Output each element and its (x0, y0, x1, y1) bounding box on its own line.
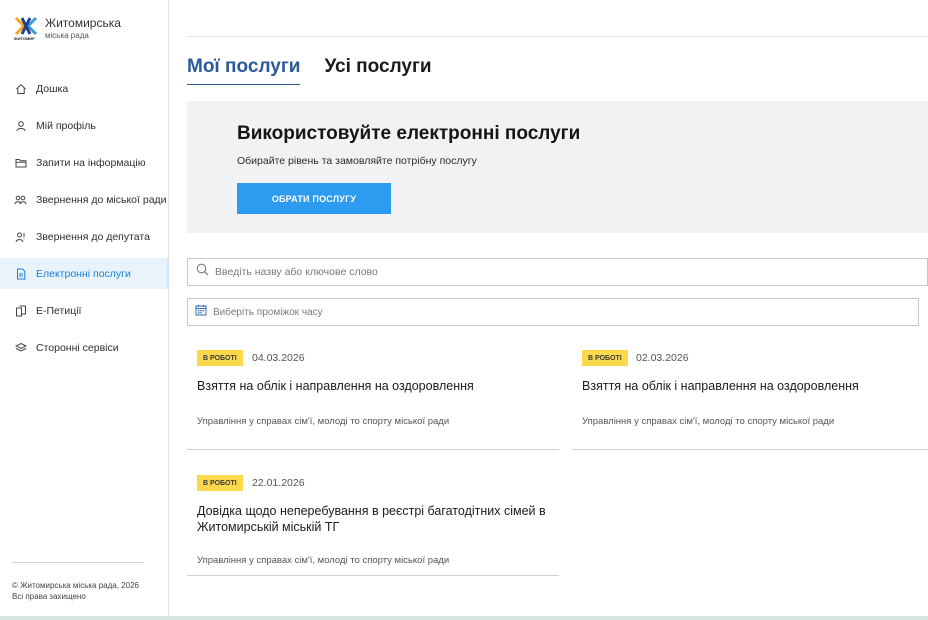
card-title: Довідка щодо неперебування в реєстрі баг… (197, 504, 546, 534)
sidebar-item-label: Е-Петиції (36, 304, 82, 317)
sidebar-item-label: Електронні послуги (36, 267, 131, 280)
bottom-strip (0, 616, 928, 620)
card-title: Взяття на облік і направлення на оздоров… (582, 379, 859, 393)
logo-title: Житомирська (45, 16, 121, 30)
card-department: Управління у справах сім'ї, молоді то сп… (582, 416, 835, 427)
status-badge: В РОБОТІ (197, 475, 243, 491)
card-date: 02.03.2026 (636, 352, 689, 364)
service-card[interactable]: В РОБОТІ 22.01.2026 Довідка щодо непереб… (187, 475, 559, 576)
sidebar-item-third-party-services[interactable]: Сторонні сервіси (0, 332, 169, 363)
tab-all-services[interactable]: Усі послуги (324, 56, 431, 85)
services-banner: Використовуйте електронні послуги Обирай… (187, 101, 928, 233)
sidebar-item-label: Запити на інформацію (36, 156, 146, 169)
group-icon (14, 193, 27, 206)
calendar-icon (195, 303, 207, 321)
rights-text: Всі права захищено (12, 592, 86, 601)
petition-icon (14, 304, 27, 317)
date-range-box (187, 298, 919, 326)
sidebar-item-e-services[interactable]: Електронні послуги (0, 258, 169, 289)
sidebar-item-deputy-appeals[interactable]: Звернення до депутата (0, 221, 169, 252)
card-department: Управління у справах сім'ї, молоді то сп… (197, 416, 450, 427)
sidebar-item-label: Сторонні сервіси (36, 341, 119, 354)
home-icon (14, 82, 27, 95)
banner-text: Обирайте рівень та замовляйте потрібну п… (237, 155, 477, 167)
deputy-icon (14, 230, 27, 243)
banner-title: Використовуйте електронні послуги (237, 123, 581, 144)
sidebar-item-e-petitions[interactable]: Е-Петиції (0, 295, 169, 326)
header-divider (187, 36, 928, 37)
service-card[interactable]: В РОБОТІ 02.03.2026 Взяття на облік і на… (572, 350, 928, 450)
sidebar-item-label: Дошка (36, 82, 69, 95)
choose-service-button[interactable]: ОБРАТИ ПОСЛУГУ (237, 183, 391, 214)
layers-icon (14, 341, 27, 354)
sidebar-item-profile[interactable]: Мій профіль (0, 110, 169, 141)
sidebar-item-label: Звернення до депутата (36, 230, 150, 243)
tab-my-services[interactable]: Мої послуги (187, 56, 301, 85)
document-icon (14, 267, 27, 280)
logo-subtitle: міська рада (45, 31, 89, 40)
sidebar-nav: Дошка Мій профіль Запити на інформацію З… (0, 73, 169, 369)
main-content: Мої послуги Усі послуги Використовуйте е… (187, 0, 928, 620)
logo[interactable]: ЖИТОМИР Житомирська міська рада (14, 16, 121, 41)
sidebar-item-label: Звернення до міської ради (36, 193, 167, 206)
sidebar-item-label: Мій профіль (36, 119, 96, 132)
sidebar-footer: © Житомирська міська рада, 2026 Всі прав… (12, 580, 139, 602)
status-badge: В РОБОТІ (582, 350, 628, 366)
sidebar-item-council-appeals[interactable]: Звернення до міської ради (0, 184, 169, 215)
sidebar: ЖИТОМИР Житомирська міська рада Дошка Мі… (0, 0, 169, 620)
service-card[interactable]: В РОБОТІ 04.03.2026 Взяття на облік і на… (187, 350, 559, 450)
sidebar-item-dashboard[interactable]: Дошка (0, 73, 169, 104)
city-logo-icon: ЖИТОМИР (14, 16, 38, 41)
user-icon (14, 119, 27, 132)
status-badge: В РОБОТІ (197, 350, 243, 366)
copyright-text: © Житомирська міська рада, 2026 (12, 581, 139, 590)
folder-icon (14, 156, 27, 169)
card-date: 04.03.2026 (252, 352, 305, 364)
card-date: 22.01.2026 (252, 477, 305, 489)
search-input[interactable] (215, 266, 815, 278)
app-root: ЖИТОМИР Житомирська міська рада Дошка Мі… (0, 0, 928, 620)
logo-caption: ЖИТОМИР (14, 36, 35, 41)
service-tabs: Мої послуги Усі послуги (187, 56, 456, 85)
search-box (187, 258, 928, 286)
search-icon (196, 263, 209, 281)
card-department: Управління у справах сім'ї, молоді то сп… (197, 555, 450, 566)
date-range-input[interactable] (213, 306, 813, 318)
sidebar-item-info-requests[interactable]: Запити на інформацію (0, 147, 169, 178)
footer-divider (12, 562, 144, 563)
card-title: Взяття на облік і направлення на оздоров… (197, 379, 474, 393)
